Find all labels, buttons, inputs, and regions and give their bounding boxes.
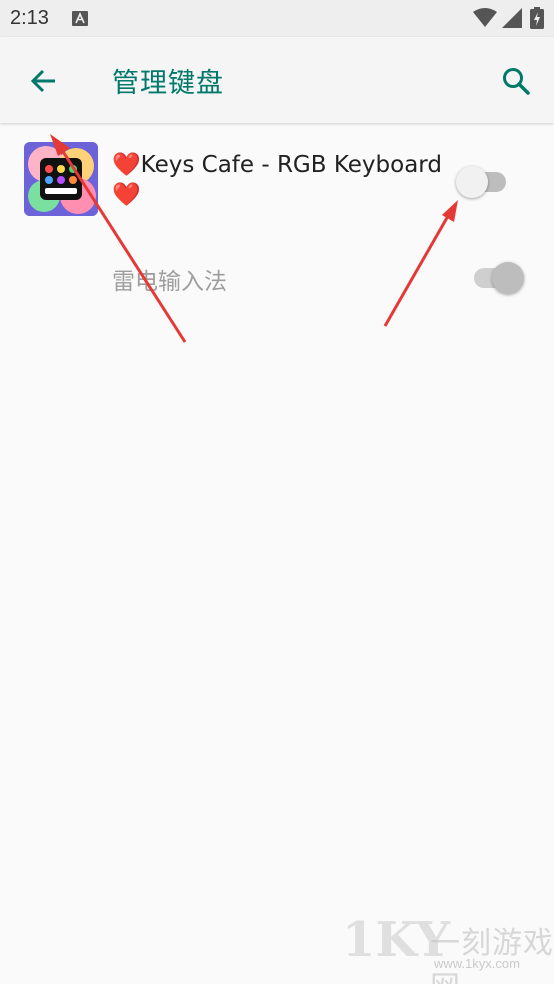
status-time: 2:13 [10,7,49,29]
toggle-thumb [456,166,488,198]
notification-a-icon [72,11,88,30]
watermark: 1KY 一刻游戏网 www.1kyx.com [342,912,554,984]
app-bar: 管理键盘 [0,37,554,123]
status-bar: 2:13 [0,0,554,37]
keys-cafe-toggle[interactable] [456,160,520,200]
page-title: 管理键盘 [112,68,224,99]
wifi-icon [473,8,497,32]
leidian-toggle [468,256,532,296]
watermark-title: 一刻游戏网 [430,926,554,984]
signal-icon [502,8,522,32]
screen: 2:13 管理键盘 ❤️Keys Cafe - RGB Keyboard ❤️ … [0,0,554,984]
toggle-thumb [492,262,524,294]
search-button[interactable] [496,61,536,101]
keyboard-name-leidian: 雷电输入法 [112,269,227,295]
battery-charging-icon [530,7,544,33]
watermark-url: www.1kyx.com [434,956,520,971]
search-icon [503,68,530,95]
back-button[interactable] [24,61,64,101]
keys-cafe-app-icon [24,142,98,216]
keyboard-name-keys-cafe: ❤️Keys Cafe - RGB Keyboard ❤️ [112,152,442,208]
arrow-left-icon [30,69,55,93]
keyboard-item-keys-cafe[interactable]: ❤️Keys Cafe - RGB Keyboard ❤️ [0,130,554,230]
keyboard-item-leidian[interactable]: 雷电输入法 [0,240,554,310]
